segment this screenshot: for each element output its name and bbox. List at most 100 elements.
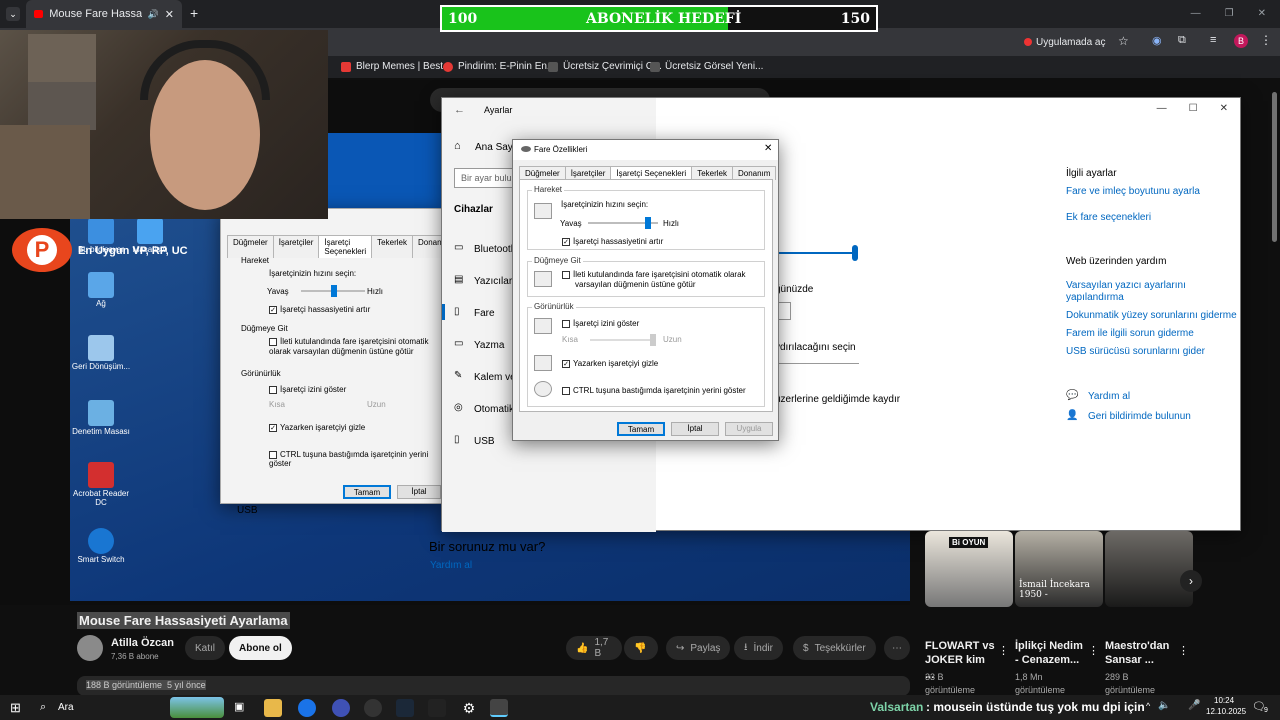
- web-help-link[interactable]: Dokunmatik yüzey sorunlarını giderme: [1066, 310, 1237, 321]
- recommended-thumbnail[interactable]: İsmail İncekara 1950 -: [1015, 531, 1103, 607]
- subscribe-button[interactable]: Abone ol: [229, 636, 292, 660]
- bookmark-item[interactable]: Blerp Memes | Best...: [341, 61, 451, 72]
- desktop-icon[interactable]: Denetim Masası: [71, 400, 131, 437]
- nav-autoplay[interactable]: Otomatik: [474, 404, 514, 415]
- recommended-title[interactable]: Maestro'dan Sansar ...: [1105, 639, 1177, 668]
- next-arrow-icon[interactable]: ›: [1180, 570, 1202, 592]
- precision-checkbox[interactable]: ✓ İşaretçi hassasiyetini artır: [269, 305, 370, 314]
- recommended-menu-icon[interactable]: ⋮: [998, 644, 1009, 657]
- profile-avatar[interactable]: B: [1234, 34, 1248, 48]
- desktop-icon[interactable]: Acrobat Reader DC: [71, 462, 131, 508]
- trails-slider[interactable]: [590, 334, 656, 346]
- minimize-icon[interactable]: —: [1191, 8, 1201, 19]
- hide-checkbox[interactable]: ✓ Yazarken işaretçiyi gizle: [269, 423, 365, 432]
- tab-buttons[interactable]: Düğmeler: [227, 235, 274, 258]
- desktop-icon[interactable]: Ağ: [71, 272, 131, 309]
- web-help-link[interactable]: Farem ile ilgili sorun giderme: [1066, 328, 1194, 339]
- related-link[interactable]: Ek fare seçenekleri: [1066, 212, 1151, 223]
- precision-checkbox[interactable]: ✓ İşaretçi hassasiyetini artır: [562, 237, 663, 246]
- taskbar-search-label[interactable]: Ara: [58, 702, 74, 713]
- ctrl-checkbox[interactable]: CTRL tuşuna bastığımda işaretçinin yerin…: [562, 386, 746, 395]
- tab-pointer-options[interactable]: İşaretçi Seçenekleri: [610, 166, 693, 180]
- extension-icon[interactable]: ◉: [1152, 34, 1162, 47]
- recommended-menu-icon[interactable]: ⋮: [1178, 644, 1189, 657]
- game-icon[interactable]: [428, 699, 446, 717]
- back-arrow-icon[interactable]: ←: [454, 104, 465, 116]
- bookmark-item[interactable]: Pindirim: E-Pinin En...: [443, 61, 555, 72]
- menu-icon[interactable]: ⋮: [1260, 33, 1272, 47]
- ctrl-checkbox[interactable]: CTRL tuşuna bastığımda işaretçinin yerin…: [269, 450, 441, 468]
- mouse-app-icon[interactable]: [490, 699, 508, 717]
- recommended-title[interactable]: İplikçi Nedim - Cenazem...: [1015, 639, 1087, 668]
- scroll-slider-thumb[interactable]: [852, 245, 858, 261]
- dropdown-partial[interactable]: [775, 356, 859, 364]
- mute-icon[interactable]: 🔊: [148, 9, 159, 20]
- settings-gear-icon[interactable]: ⚙: [460, 699, 478, 717]
- cancel-button[interactable]: İptal: [397, 485, 441, 499]
- task-view-icon[interactable]: ▣: [234, 700, 244, 713]
- tab-search-button[interactable]: ⌄: [6, 7, 20, 21]
- media-icon[interactable]: ≡: [1210, 34, 1216, 46]
- speed-slider-thumb[interactable]: [331, 285, 337, 297]
- tab-wheel[interactable]: Tekerlek: [371, 235, 413, 258]
- thanks-button[interactable]: $ Teşekkürler: [793, 636, 876, 660]
- web-help-link[interactable]: USB sürücüsü sorunlarını gider: [1066, 346, 1205, 357]
- app-icon[interactable]: [332, 699, 350, 717]
- ok-button[interactable]: Tamam: [343, 485, 391, 499]
- bookmark-item[interactable]: Ücretsiz Çevrimiçi G...: [548, 61, 662, 72]
- hide-checkbox[interactable]: ✓ Yazarken işaretçiyi gizle: [562, 359, 658, 368]
- speed-slider-thumb[interactable]: [644, 217, 651, 229]
- tab-pointers[interactable]: İşaretçiler: [564, 166, 612, 180]
- close-window-icon[interactable]: ✕: [1258, 8, 1266, 19]
- feedback-link[interactable]: Geri bildirimde bulunun: [1088, 411, 1191, 422]
- recommended-menu-icon[interactable]: ⋮: [1088, 644, 1099, 657]
- trails-checkbox[interactable]: İşaretçi izini göster: [562, 319, 639, 328]
- scroll-speed-slider[interactable]: [772, 245, 858, 261]
- chrome-icon[interactable]: [298, 699, 316, 717]
- channel-name[interactable]: Atilla Özcan: [111, 637, 174, 649]
- recommended-thumbnail[interactable]: [1105, 531, 1193, 607]
- start-icon[interactable]: ⊞: [10, 700, 21, 716]
- maximize-icon[interactable]: ☐: [1189, 103, 1198, 114]
- star-icon[interactable]: ☆: [1118, 34, 1129, 48]
- tab-hardware[interactable]: Donanım: [731, 166, 777, 180]
- open-in-app-chip[interactable]: Uygulamada aç: [1024, 34, 1105, 50]
- steam-icon[interactable]: [396, 699, 414, 717]
- tab-wheel[interactable]: Tekerlek: [691, 166, 733, 180]
- maximize-icon[interactable]: ❐: [1225, 8, 1234, 19]
- more-actions-button[interactable]: ⋯: [884, 636, 910, 660]
- speed-slider[interactable]: [301, 285, 365, 297]
- tab-pointers[interactable]: İşaretçiler: [272, 235, 320, 258]
- trails-checkbox[interactable]: İşaretçi izini göster: [269, 385, 346, 394]
- cancel-button[interactable]: İptal: [671, 422, 719, 436]
- recommended-thumbnail[interactable]: Bi OYUN: [925, 531, 1013, 607]
- web-help-link[interactable]: Varsayılan yazıcı ayarlarını yapılandırm…: [1066, 280, 1206, 304]
- ok-button[interactable]: Tamam: [617, 422, 665, 436]
- speed-slider[interactable]: [588, 217, 658, 229]
- bookmark-item[interactable]: Ücretsiz Görsel Yeni...: [650, 61, 763, 72]
- puzzle-icon[interactable]: ⧉: [1178, 34, 1186, 47]
- question-help-link[interactable]: Yardım al: [430, 560, 472, 571]
- channel-avatar[interactable]: [77, 635, 103, 661]
- desktop-icon[interactable]: Masaüstü: [120, 218, 180, 255]
- share-button[interactable]: ↪ Paylaş: [666, 636, 731, 660]
- nav-typing[interactable]: Yazma: [474, 340, 504, 351]
- file-explorer-icon[interactable]: [264, 699, 282, 717]
- tab-buttons[interactable]: Düğmeler: [519, 166, 566, 180]
- home-icon[interactable]: ⌂: [454, 140, 461, 152]
- mic-icon[interactable]: 🎤: [1188, 700, 1200, 711]
- desktop-icon[interactable]: Geri Dönüşüm...: [71, 335, 131, 372]
- download-button[interactable]: ⭳ İndir: [734, 636, 783, 660]
- apply-button[interactable]: Uygula: [725, 422, 773, 436]
- dislike-button[interactable]: 👎: [624, 636, 658, 660]
- dialog-close-icon[interactable]: ✕: [764, 143, 772, 154]
- close-icon[interactable]: ✕: [1220, 103, 1228, 114]
- desktop-icon[interactable]: Smart Switch: [71, 528, 131, 565]
- nav-usb[interactable]: USB: [474, 436, 495, 447]
- page-scrollbar[interactable]: [1272, 92, 1277, 242]
- tab-pointer-options[interactable]: İşaretçi Seçenekleri: [318, 235, 373, 258]
- related-link[interactable]: Fare ve imleç boyutunu ayarla: [1066, 186, 1200, 197]
- obs-icon[interactable]: [364, 699, 382, 717]
- clock-date[interactable]: 12.10.2025: [1206, 707, 1246, 716]
- get-help-link[interactable]: Yardım al: [1088, 391, 1130, 402]
